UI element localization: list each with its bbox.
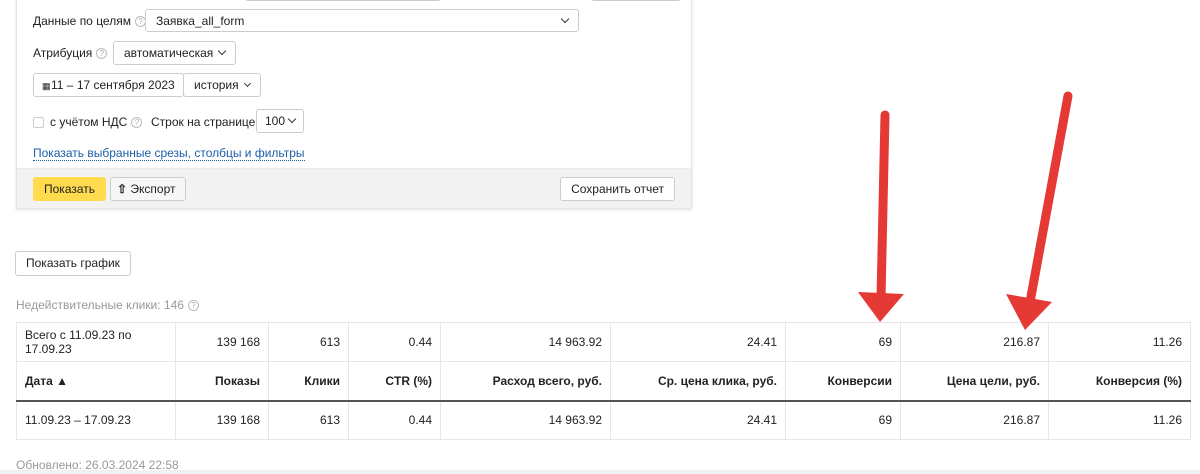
table-cell: 0.44 xyxy=(348,400,441,440)
goals-select[interactable]: Заявка_all_form xyxy=(145,9,579,32)
bottom-bar xyxy=(0,470,1200,474)
export-button[interactable]: ⇧ Экспорт xyxy=(110,177,187,201)
total-cell: 11.26 xyxy=(1048,322,1191,362)
attribution-label-text: Атрибуция xyxy=(33,46,93,60)
attribution-select[interactable]: автоматическая xyxy=(113,41,237,65)
column-header[interactable]: CTR (%) xyxy=(348,361,441,402)
vat-checkbox[interactable] xyxy=(33,117,44,128)
vat-label-text: с учётом НДС xyxy=(50,115,128,129)
table-cell: 14 963.92 xyxy=(440,400,611,440)
report-settings-panel: Данные по целям? Заявка_all_form Атрибуц… xyxy=(16,0,692,209)
column-header[interactable]: Ср. цена клика, руб. xyxy=(610,361,786,402)
column-header-date[interactable]: Дата ▲ xyxy=(16,361,176,402)
attribution-value: автоматическая xyxy=(124,46,214,60)
top-field xyxy=(591,0,681,1)
column-header[interactable]: Расход всего, руб. xyxy=(440,361,611,402)
show-selected-link[interactable]: Показать выбранные срезы, столбцы и филь… xyxy=(33,146,305,161)
total-cell: 69 xyxy=(785,322,901,362)
column-header[interactable]: Показы xyxy=(175,361,269,402)
red-arrow-icon xyxy=(858,110,904,322)
red-arrow-icon xyxy=(1006,91,1073,330)
rows-per-page-value: 100 xyxy=(265,114,286,128)
goals-value: Заявка_all_form xyxy=(156,14,245,28)
total-cell: 0.44 xyxy=(348,322,441,362)
column-header[interactable]: Клики xyxy=(268,361,349,402)
history-value: история xyxy=(194,78,239,92)
vat-label: с учётом НДС? xyxy=(50,115,143,129)
header-row: Дата ▲ Показы Клики CTR (%) Расход всего, ру… xyxy=(16,361,1191,402)
history-select[interactable]: история xyxy=(183,73,261,97)
table-row: 11.09.23 – 17.09.23 139 168 613 0.44 14 963.… xyxy=(16,400,1191,440)
table-cell: 11.09.23 – 17.09.23 xyxy=(16,400,176,440)
help-icon[interactable]: ? xyxy=(131,117,143,128)
stats-table: Всего с 11.09.23 по 17.09.23 139 168 613 0.… xyxy=(16,322,1191,440)
table-cell: 11.26 xyxy=(1048,400,1191,440)
total-cell: 24.41 xyxy=(610,322,786,362)
date-range-picker[interactable]: ▦ 11 – 17 сентября 2023 xyxy=(33,73,184,97)
calendar-icon: ▦ xyxy=(42,81,52,91)
top-field xyxy=(245,0,441,1)
save-report-button[interactable]: Сохранить отчет xyxy=(560,177,675,201)
invalid-clicks: Недействительные клики: 146? xyxy=(16,298,199,312)
column-header[interactable]: Конверсии xyxy=(785,361,901,402)
totals-row: Всего с 11.09.23 по 17.09.23 139 168 613 0.… xyxy=(16,322,1191,362)
table-cell: 216.87 xyxy=(900,400,1049,440)
invalid-clicks-text: Недействительные клики: 146 xyxy=(16,298,184,312)
chevron-down-icon xyxy=(218,46,227,56)
table-cell: 613 xyxy=(268,400,349,440)
export-icon: ⇧ xyxy=(117,182,131,196)
total-cell: 216.87 xyxy=(900,322,1049,362)
total-cell: 14 963.92 xyxy=(440,322,611,362)
export-label: Экспорт xyxy=(130,182,176,196)
total-cell: 139 168 xyxy=(175,322,269,362)
panel-footer: Показать ⇧ Экспорт Сохранить отчет xyxy=(17,168,691,208)
rows-per-page-label: Строк на странице xyxy=(151,115,256,129)
attribution-label: Атрибуция? xyxy=(33,46,108,60)
show-chart-button[interactable]: Показать график xyxy=(15,251,131,276)
help-icon[interactable]: ? xyxy=(96,48,108,59)
table-cell: 139 168 xyxy=(175,400,269,440)
chevron-down-icon xyxy=(560,14,570,24)
column-header[interactable]: Конверсия (%) xyxy=(1048,361,1191,402)
goals-label: Данные по целям? xyxy=(33,14,146,28)
table-cell: 24.41 xyxy=(610,400,786,440)
column-header[interactable]: Цена цели, руб. xyxy=(900,361,1049,402)
chevron-down-icon xyxy=(287,114,297,124)
table-cell: 69 xyxy=(785,400,901,440)
total-cell: Всего с 11.09.23 по 17.09.23 xyxy=(16,322,176,362)
chevron-down-icon xyxy=(243,79,251,88)
total-cell: 613 xyxy=(268,322,349,362)
goals-label-text: Данные по целям xyxy=(33,14,131,28)
rows-per-page-select[interactable]: 100 xyxy=(256,109,305,133)
show-button[interactable]: Показать xyxy=(33,177,107,201)
date-range-value: 11 – 17 сентября 2023 xyxy=(51,78,175,92)
help-icon[interactable]: ? xyxy=(187,300,199,311)
